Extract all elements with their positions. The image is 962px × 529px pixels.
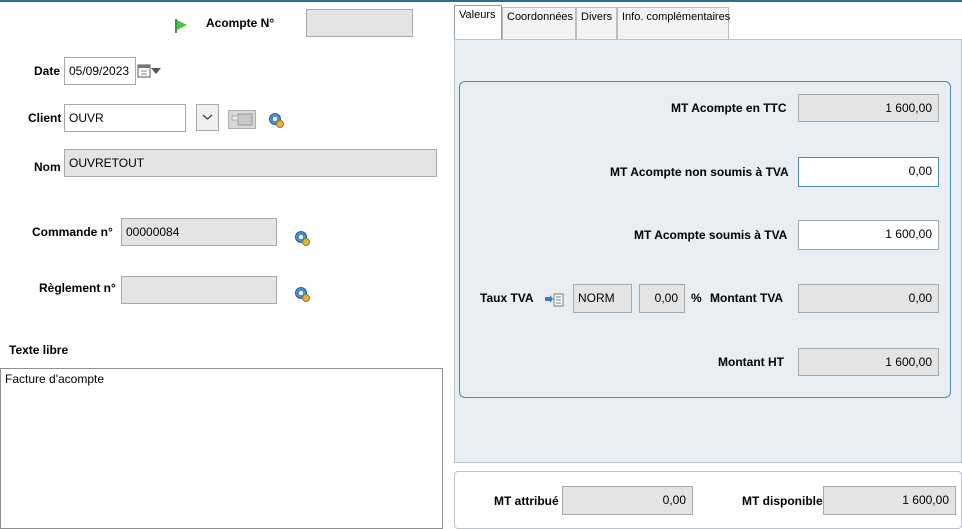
tab-divers[interactable]: Divers — [576, 7, 617, 39]
disponible-field[interactable]: 1 600,00 — [823, 486, 956, 515]
list-select-icon[interactable] — [544, 292, 564, 308]
reglement-field[interactable] — [121, 276, 277, 304]
date-input[interactable]: 05/09/2023 — [64, 57, 136, 85]
attribue-field[interactable]: 0,00 — [562, 486, 693, 515]
taux-value-field[interactable]: 0,00 — [639, 284, 685, 313]
texte-libre-textarea[interactable]: Facture d'acompte — [0, 368, 443, 529]
gear-icon[interactable] — [267, 111, 285, 129]
client-card-button[interactable] — [228, 110, 256, 129]
non-soumis-input[interactable]: 0,00 — [798, 157, 939, 187]
montant-ht-label: Montant HT — [718, 355, 784, 369]
tab-coordonnees[interactable]: Coordonnées — [502, 7, 576, 39]
attribue-label: MT attribué — [494, 494, 559, 508]
montant-ht-field[interactable]: 1 600,00 — [798, 348, 939, 376]
ttc-label: MT Acompte en TTC — [671, 101, 787, 115]
gear-icon[interactable] — [293, 285, 311, 303]
soumis-label: MT Acompte soumis à TVA — [634, 228, 788, 242]
montant-tva-field[interactable]: 0,00 — [798, 284, 939, 313]
taux-code-field[interactable]: NORM — [573, 284, 632, 313]
gear-icon[interactable] — [293, 229, 311, 247]
ttc-field[interactable]: 1 600,00 — [798, 94, 939, 122]
commande-label: Commande n° — [32, 225, 113, 239]
chevron-down-icon — [202, 114, 213, 120]
client-input[interactable]: OUVR — [64, 104, 186, 132]
card-icon — [231, 113, 253, 126]
client-dropdown-button[interactable] — [196, 104, 219, 131]
calendar-icon[interactable] — [137, 63, 163, 79]
commande-field[interactable]: 00000084 — [121, 218, 277, 246]
percent-label: % — [691, 291, 702, 305]
reglement-label: Règlement n° — [39, 281, 116, 295]
client-label: Client — [28, 111, 62, 125]
top-accent-line — [0, 0, 962, 2]
soumis-input[interactable]: 1 600,00 — [798, 220, 939, 250]
disponible-label: MT disponible — [742, 494, 823, 508]
acompte-label: Acompte N° — [206, 16, 275, 30]
date-label: Date — [34, 64, 61, 78]
tab-valeurs[interactable]: Valeurs — [454, 5, 502, 39]
montant-tva-label: Montant TVA — [710, 291, 784, 305]
tab-info-complementaires[interactable]: Info. complémentaires — [617, 7, 730, 39]
taux-tva-label: Taux TVA — [480, 291, 534, 305]
acompte-number-field[interactable] — [306, 9, 413, 37]
flag-icon — [175, 19, 187, 33]
nom-label: Nom — [34, 160, 61, 174]
texte-libre-label: Texte libre — [9, 343, 69, 357]
non-soumis-label: MT Acompte non soumis à TVA — [610, 165, 789, 179]
nom-field[interactable]: OUVRETOUT — [64, 149, 437, 177]
